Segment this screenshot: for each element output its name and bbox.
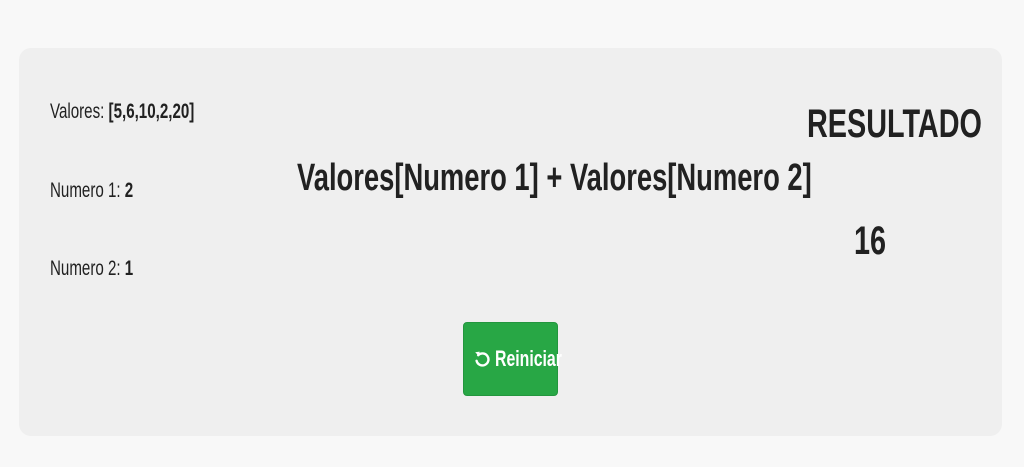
formula-text: Valores[Numero 1] + Valores[Numero 2]	[297, 157, 812, 199]
result-value-text: 16	[854, 219, 887, 263]
exercise-card: Valores: [5,6,10,2,20] Numero 1: 2 Numer…	[19, 48, 1002, 436]
result-heading: RESULTADO	[807, 101, 1024, 147]
valores-value: [5,6,10,2,20]	[108, 100, 195, 123]
numero1-value: 2	[124, 179, 134, 202]
numero2-label: Numero 2:	[50, 257, 125, 280]
reset-button-label: Reiniciar	[495, 346, 562, 371]
numero1-label: Numero 1:	[50, 179, 125, 202]
rotate-ccw-icon	[474, 350, 490, 368]
valores-row: Valores: [5,6,10,2,20]	[50, 100, 250, 124]
numero2-row: Numero 2: 1	[50, 257, 166, 281]
numero2-value: 1	[124, 257, 134, 280]
reset-button[interactable]: Reiniciar	[463, 322, 562, 396]
valores-label: Valores:	[50, 100, 109, 123]
result-title-text: RESULTADO	[807, 102, 982, 146]
result-value: 16	[854, 218, 899, 264]
numero1-row: Numero 1: 2	[50, 179, 166, 203]
formula-expression: Valores[Numero 1] + Valores[Numero 2]	[297, 156, 1012, 200]
